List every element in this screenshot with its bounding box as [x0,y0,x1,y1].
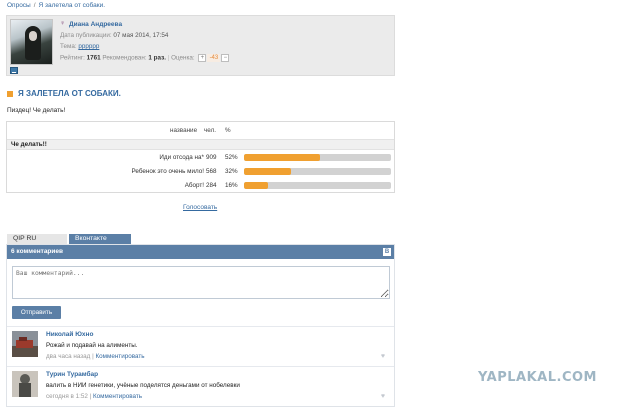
title-bullet-icon [7,90,13,97]
recommended-label: Рекомендован: [102,54,147,62]
topic-line: Тема: рррррр [60,43,99,50]
breadcrumb: Опросы / Я залетела от собаки. [7,2,105,9]
author-name-link[interactable]: Диана Андреева [69,21,122,28]
topic-label: Тема: [60,43,77,50]
comment-text: валить в НИИ генетики, учёные поделятся … [46,382,240,389]
tab-vkontakte[interactable]: Вконтакте [69,234,131,244]
poll-option-bar-fill [244,182,268,189]
comments-count: 6 комментариев [11,248,64,255]
send-comment-button[interactable]: Отправить [12,306,61,319]
like-heart-icon[interactable]: ♥ [381,393,385,400]
tab-qip-ru[interactable]: QIP RU [7,234,67,244]
breadcrumb-separator: / [33,2,36,9]
comment-item: Турин Турамбар валить в НИИ генетики, уч… [7,366,394,404]
plus-vote-button[interactable]: + [198,54,207,62]
commenter-name[interactable]: Николай Юхно [46,331,93,338]
comment-meta: сегодня в 1:52 | Комментировать [46,393,142,400]
poll-option-row: Аборт! 284 16% [7,181,394,191]
vk-logo-icon[interactable]: В [383,248,391,256]
poll-option-percent: 16% [225,182,238,189]
poll-header-count: чел. [204,127,216,134]
poll-option-percent: 32% [225,168,238,175]
author-avatar[interactable] [10,19,53,65]
comment-item: Николай Юхно Рожай и подавай на алименты… [7,326,394,364]
post-text: Пиздец! Че делать! [7,107,66,114]
commenter-avatar[interactable] [12,331,38,357]
poll-option-row: Ребенок это очень мило! 568 32% [7,167,394,177]
post-title-text: Я ЗАЛЕТЕЛА ОТ СОБАКИ. [18,89,121,98]
poll-question: Че делать!! [7,139,394,150]
profile-card-icon[interactable] [10,67,18,74]
poll-option-percent: 52% [225,154,238,161]
comment-time: два часа назад [46,353,91,360]
like-heart-icon[interactable]: ♥ [381,353,385,360]
vk-comments-header: 6 комментариев В [7,245,394,259]
poll-option-count: 284 [206,182,217,189]
reply-link[interactable]: Комментировать [93,393,142,400]
poll-option-count: 909 [206,154,217,161]
poll-option-count: 568 [206,168,217,175]
poll-option-label: Иди отсода на* [159,154,204,161]
post-title: Я ЗАЛЕТЕЛА ОТ СОБАКИ. [7,89,121,98]
breadcrumb-current[interactable]: Я залетела от собаки. [39,2,105,9]
poll-results-table: название чел. % Че делать!! Иди отсода н… [6,121,395,193]
poll-header-percent: % [225,127,231,134]
comment-input[interactable] [12,266,390,299]
poll-option-label: Ребенок это очень мило! [131,168,204,175]
publish-date-label: Дата публикации: [60,32,112,39]
publish-date-line: Дата публикации: 07 мая 2014, 17:54 [60,32,168,39]
rating-value: 1761 [86,54,101,62]
score-value: -43 [207,54,221,62]
poll-option-bar [244,168,391,175]
comment-time: сегодня в 1:52 [46,393,88,400]
rating-line: Рейтинг: 1761 Рекомендован: 1 раз. | Оце… [60,54,230,62]
minus-vote-button[interactable]: − [221,54,230,62]
female-gender-icon: ♀ [60,20,66,27]
commenter-name[interactable]: Турин Турамбар [46,371,98,378]
site-watermark: YAPLAKAL.COM [478,370,597,385]
divider: | [167,54,170,62]
publish-date-value: 07 мая 2014, 17:54 [113,32,169,39]
comment-meta: два часа назад | Комментировать [46,353,145,360]
poll-option-bar [244,182,391,189]
score-label: Оценка: [171,54,195,62]
poll-option-row: Иди отсода на* 909 52% [7,153,394,163]
poll-option-bar-fill [244,168,292,175]
breadcrumb-polls-link[interactable]: Опросы [7,2,31,9]
poll-option-label: Аборт! [184,182,204,189]
comment-text: Рожай и подавай на алименты. [46,342,138,349]
topic-link[interactable]: рррррр [78,43,99,50]
commenter-avatar[interactable] [12,371,38,397]
score-control: + -43− [198,54,230,62]
recommended-value: 1 раз. [148,54,166,62]
author-info-box: ♀ Диана Андреева Дата публикации: 07 мая… [6,15,395,76]
meta-separator: | [89,393,92,400]
avatar-face-shape [29,31,37,41]
poll-header-name: название [170,127,198,134]
reply-link[interactable]: Комментировать [96,353,145,360]
rating-label: Рейтинг: [60,54,85,62]
vk-comments-widget: 6 комментариев В Отправить Николай Юхно … [6,244,395,407]
meta-separator: | [92,353,94,360]
poll-option-bar-fill [244,154,321,161]
vote-link[interactable]: Голосовать [183,204,217,211]
poll-option-bar [244,154,391,161]
